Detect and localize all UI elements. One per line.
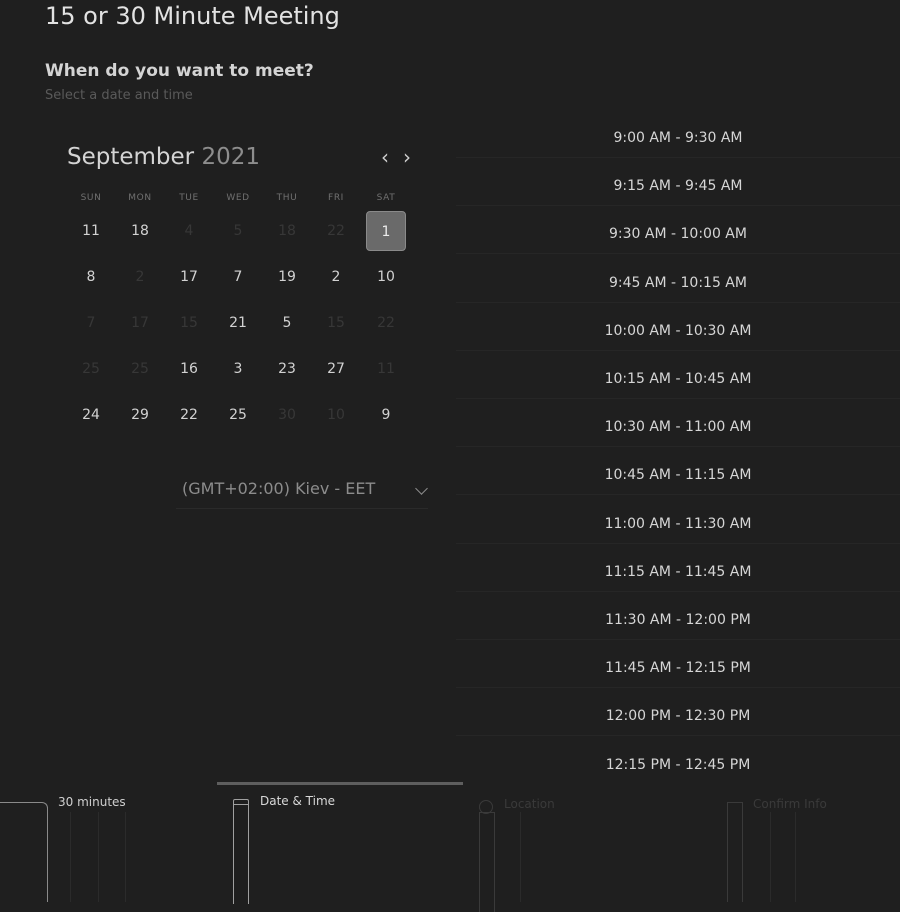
time-slot-button[interactable]: 9:15 AM - 9:45 AM bbox=[456, 166, 900, 207]
calendar-month: September bbox=[67, 144, 195, 170]
weekday-label: SUN bbox=[80, 193, 102, 203]
calendar-day[interactable]: 3 bbox=[218, 349, 258, 389]
calendar-day[interactable]: 9 bbox=[366, 395, 406, 435]
time-slot-button[interactable]: 10:00 AM - 10:30 AM bbox=[456, 311, 900, 351]
calendar-year: 2021 bbox=[201, 144, 260, 170]
timezone-label: (GMT+02:00) Kiev - EET bbox=[182, 479, 376, 498]
calendar-day: 25 bbox=[82, 361, 100, 377]
time-slot-button[interactable]: 12:15 PM - 12:45 PM bbox=[456, 745, 900, 785]
calendar-day[interactable]: 25 bbox=[218, 395, 258, 435]
step-label-location: Location bbox=[504, 797, 555, 811]
time-slot-button[interactable]: 10:30 AM - 11:00 AM bbox=[456, 407, 900, 448]
calendar-day[interactable]: 16 bbox=[169, 349, 209, 389]
step-label-date-time: Date & Time bbox=[260, 794, 336, 808]
calendar-day[interactable]: 19 bbox=[267, 257, 307, 297]
chevron-down-icon bbox=[415, 482, 428, 495]
steps-bar: 30 minutes Date & Time Location Confirm … bbox=[0, 782, 900, 912]
section-question: When do you want to meet? bbox=[45, 61, 314, 81]
weekday-label: WED bbox=[226, 193, 250, 203]
time-slot-button[interactable]: 11:15 AM - 11:45 AM bbox=[456, 552, 900, 592]
calendar-day[interactable]: 11 bbox=[71, 211, 111, 251]
calendar-day: 25 bbox=[131, 361, 149, 377]
prev-month-button[interactable]: ‹ bbox=[376, 146, 394, 168]
calendar-day: 7 bbox=[86, 315, 96, 331]
time-slot-button[interactable]: 10:45 AM - 11:15 AM bbox=[456, 455, 900, 496]
weekday-label: SAT bbox=[376, 193, 396, 203]
calendar-day: 4 bbox=[184, 223, 194, 239]
calendar-day: 15 bbox=[180, 315, 198, 331]
clock-icon bbox=[0, 802, 48, 902]
weekday-label: MON bbox=[128, 193, 152, 203]
calendar-day: 22 bbox=[377, 315, 395, 331]
calendar-day[interactable]: 27 bbox=[316, 349, 356, 389]
time-slot-button[interactable]: 9:00 AM - 9:30 AM bbox=[456, 118, 900, 158]
time-slot-button[interactable]: 11:30 AM - 12:00 PM bbox=[456, 600, 900, 640]
calendar-day[interactable]: 5 bbox=[267, 303, 307, 343]
calendar-day: 5 bbox=[233, 223, 243, 239]
section-hint: Select a date and time bbox=[45, 88, 193, 103]
time-slot-button[interactable]: 11:45 AM - 12:15 PM bbox=[456, 648, 900, 689]
calendar-day[interactable]: 21 bbox=[218, 303, 258, 343]
calendar-day: 30 bbox=[278, 407, 296, 423]
calendar-day[interactable]: 8 bbox=[71, 257, 111, 297]
time-slot-button[interactable]: 9:30 AM - 10:00 AM bbox=[456, 214, 900, 255]
time-slot-button[interactable]: 12:00 PM - 12:30 PM bbox=[456, 696, 900, 737]
calendar-day: 22 bbox=[327, 223, 345, 239]
calendar-day[interactable]: 29 bbox=[120, 395, 160, 435]
calendar-day-selected[interactable]: 1 bbox=[366, 211, 406, 251]
calendar-day: 17 bbox=[131, 315, 149, 331]
active-step-indicator bbox=[217, 782, 463, 785]
time-slot-button[interactable]: 10:15 AM - 10:45 AM bbox=[456, 359, 900, 399]
weekday-label: FRI bbox=[328, 193, 344, 203]
calendar-day[interactable]: 10 bbox=[366, 257, 406, 297]
calendar-day: 18 bbox=[278, 223, 296, 239]
time-slot-button[interactable]: 9:45 AM - 10:15 AM bbox=[456, 263, 900, 303]
calendar-day[interactable]: 22 bbox=[169, 395, 209, 435]
weekday-label: THU bbox=[276, 193, 298, 203]
calendar-day[interactable]: 17 bbox=[169, 257, 209, 297]
timezone-select[interactable]: (GMT+02:00) Kiev - EET bbox=[176, 470, 428, 509]
calendar-day[interactable]: 23 bbox=[267, 349, 307, 389]
calendar-day[interactable]: 2 bbox=[316, 257, 356, 297]
calendar-day: 2 bbox=[135, 269, 145, 285]
calendar-day: 10 bbox=[327, 407, 345, 423]
calendar-day[interactable]: 7 bbox=[218, 257, 258, 297]
calendar-month-label: September 2021 bbox=[67, 144, 260, 170]
step-label-duration: 30 minutes bbox=[58, 795, 126, 809]
calendar-day[interactable]: 18 bbox=[120, 211, 160, 251]
calendar-day: 15 bbox=[327, 315, 345, 331]
calendar-day[interactable]: 24 bbox=[71, 395, 111, 435]
calendar-day: 11 bbox=[377, 361, 395, 377]
page-title: 15 or 30 Minute Meeting bbox=[45, 2, 340, 30]
next-month-button[interactable]: › bbox=[398, 146, 416, 168]
step-label-confirm: Confirm Info bbox=[753, 797, 827, 811]
weekday-label: TUE bbox=[179, 193, 199, 203]
time-slot-button[interactable]: 11:00 AM - 11:30 AM bbox=[456, 504, 900, 544]
